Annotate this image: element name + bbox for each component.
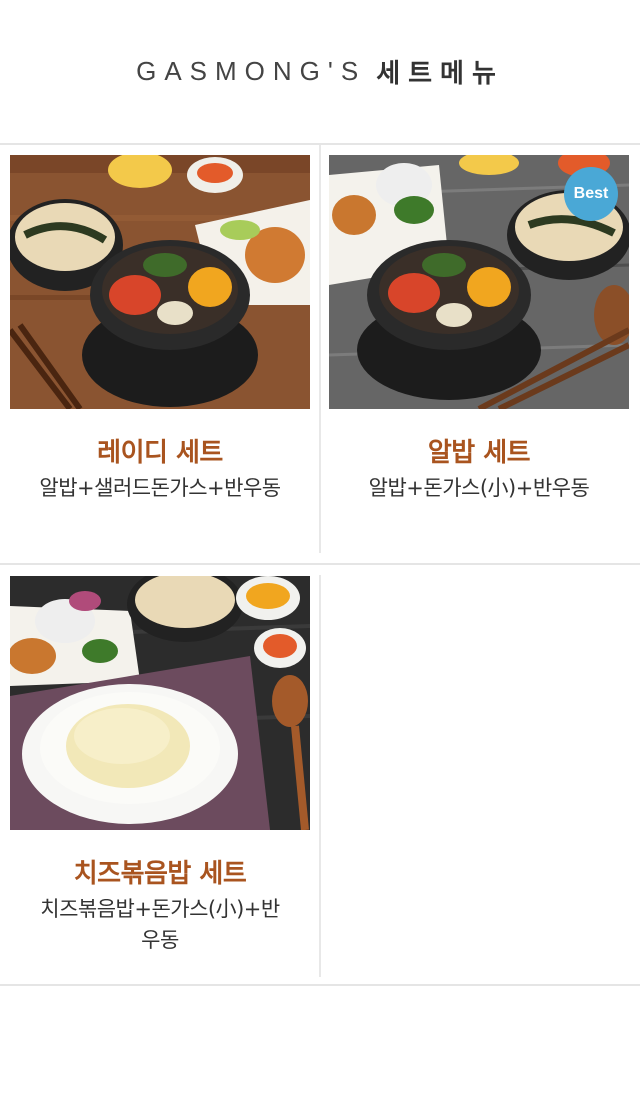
- menu-photo[interactable]: [10, 155, 310, 409]
- menu-description: 치즈볶음밥+돈가스(小)+반우동: [40, 897, 280, 952]
- menu-description: 알밥+샐러드돈가스+반우동: [39, 476, 281, 500]
- menu-card[interactable]: 레이디 세트 알밥+샐러드돈가스+반우동: [10, 155, 310, 515]
- menu-card[interactable]: Best 알밥 세트 알밥+돈가스(小)+반우동: [329, 155, 629, 515]
- menu-description: 알밥+돈가스(小)+반우동: [368, 476, 590, 500]
- menu-photo[interactable]: Best: [329, 155, 629, 409]
- menu-title[interactable]: 레이디 세트: [10, 432, 310, 469]
- brand-name: GASMONG'S: [136, 56, 367, 86]
- column-divider: [319, 575, 321, 977]
- column-divider: [319, 145, 321, 553]
- menu-photo[interactable]: [10, 576, 310, 830]
- menu-title[interactable]: 치즈볶음밥 세트: [10, 853, 310, 890]
- page-header: GASMONG'S 세트메뉴: [0, 0, 640, 143]
- menu-title[interactable]: 알밥 세트: [329, 432, 629, 469]
- page-title: 세트메뉴: [376, 59, 504, 89]
- divider: [0, 984, 640, 986]
- best-badge: Best: [564, 167, 618, 221]
- divider: [0, 563, 640, 565]
- menu-card[interactable]: 치즈볶음밥 세트 치즈볶음밥+돈가스(小)+반우동: [10, 576, 310, 956]
